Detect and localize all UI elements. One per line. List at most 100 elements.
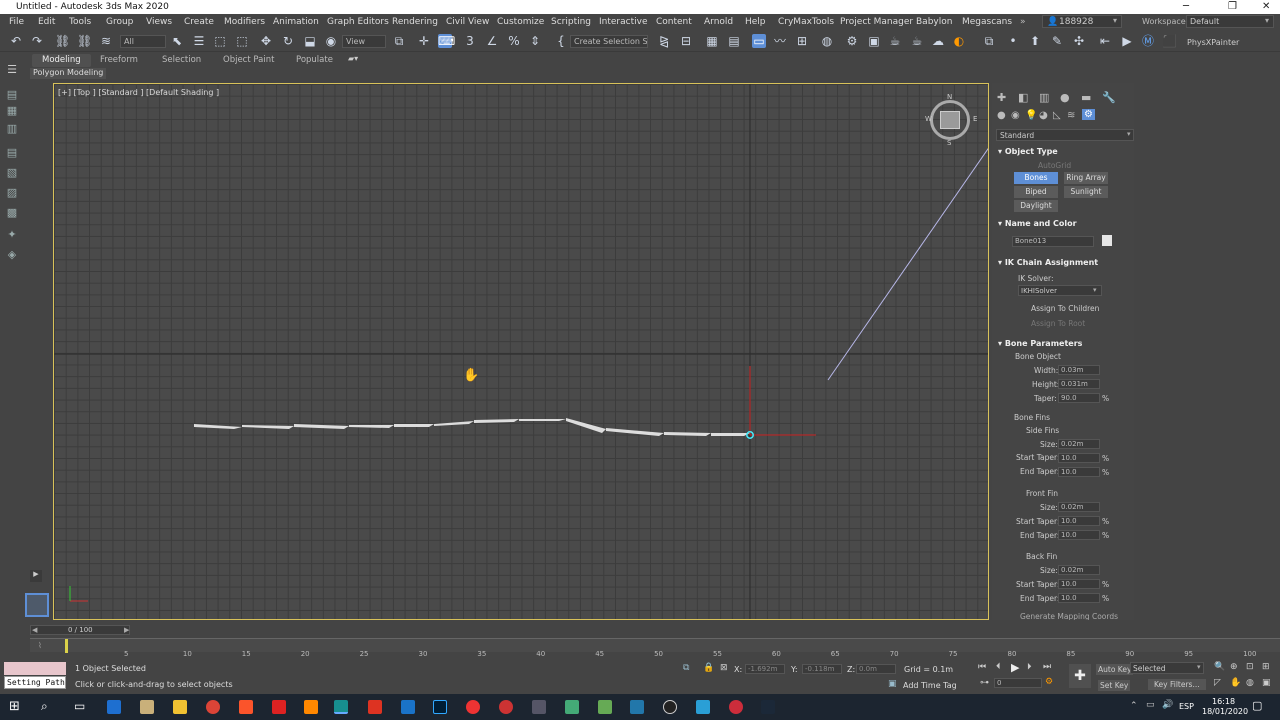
tab-modeling[interactable]: Modeling bbox=[32, 54, 91, 67]
tab-object-paint[interactable]: Object Paint bbox=[213, 54, 284, 67]
maximize-viewport-icon[interactable]: ▣ bbox=[1262, 678, 1271, 688]
point-icon[interactable]: • bbox=[1006, 34, 1020, 48]
lights-icon[interactable]: 💡 bbox=[1025, 110, 1037, 121]
brave-icon[interactable] bbox=[239, 700, 253, 714]
x-coordinate-field[interactable]: -1.692m bbox=[745, 664, 785, 674]
layer-explorer-icon[interactable]: ▤ bbox=[727, 34, 741, 48]
modify-tab-icon[interactable]: ◧ bbox=[1018, 91, 1028, 104]
expand-icon[interactable]: ▶ bbox=[30, 570, 42, 582]
z-coordinate-field[interactable]: 0.0m bbox=[856, 664, 896, 674]
ik-chain-rollout[interactable]: ▾ IK Chain Assignment bbox=[998, 258, 1126, 270]
move-icon[interactable]: ✥ bbox=[259, 34, 273, 48]
arnold-render-icon[interactable]: ◐ bbox=[952, 34, 966, 48]
current-frame-field[interactable]: 0 bbox=[994, 678, 1042, 688]
unlink-icon[interactable]: ⛓ bbox=[77, 34, 92, 48]
generate-mapping-coords-label[interactable]: Generate Mapping Coords bbox=[1020, 612, 1118, 620]
link-icon[interactable]: ⛓ bbox=[55, 34, 70, 48]
create-tab-icon[interactable]: ✚ bbox=[997, 91, 1006, 104]
menu-content[interactable]: Content bbox=[656, 17, 692, 27]
rendered-frame-icon[interactable]: ▣ bbox=[867, 34, 881, 48]
systems-icon[interactable]: ⚙ bbox=[1082, 109, 1095, 120]
bones-button[interactable]: Bones bbox=[1014, 172, 1058, 184]
biped-button[interactable]: Biped bbox=[1014, 186, 1058, 198]
geometry-icon[interactable]: ● bbox=[997, 110, 1006, 121]
menu-graph-editors[interactable]: Graph Editors bbox=[327, 17, 389, 27]
blender-icon[interactable] bbox=[304, 700, 318, 714]
key-mode-icon[interactable]: ⊶ bbox=[980, 678, 989, 688]
pan-icon[interactable]: ✋ bbox=[1230, 678, 1241, 688]
fov-icon[interactable]: ◸ bbox=[1214, 678, 1221, 688]
auto-key-button[interactable]: Auto Key bbox=[1096, 664, 1134, 675]
viewport-icon[interactable]: ⧉ bbox=[982, 34, 996, 48]
height-spinner[interactable]: 0.031m bbox=[1058, 379, 1100, 389]
bind-space-warp-icon[interactable]: ≋ bbox=[99, 34, 113, 48]
back-fin-label[interactable]: Back Fin bbox=[1026, 552, 1057, 561]
filter-icon[interactable]: ▧ bbox=[5, 166, 19, 179]
time-config-icon[interactable]: ⚙ bbox=[1045, 677, 1053, 687]
taper-spinner[interactable]: 90.0 bbox=[1058, 393, 1100, 403]
3dsmax-icon[interactable] bbox=[334, 700, 348, 714]
menu-create[interactable]: Create bbox=[184, 17, 214, 27]
add-time-tag-label[interactable]: Add Time Tag bbox=[903, 681, 957, 690]
menu-babylon[interactable]: Babylon bbox=[916, 17, 952, 27]
extrude-icon[interactable]: ⬆ bbox=[1028, 34, 1042, 48]
user-dropdown[interactable]: 👤 188928 ▾ bbox=[1042, 15, 1122, 28]
edit-named-selection-icon[interactable]: { bbox=[554, 34, 568, 48]
crymax-icon[interactable]: ⬛ bbox=[1162, 34, 1177, 48]
app-green-icon[interactable] bbox=[598, 700, 612, 714]
file-icon[interactable] bbox=[140, 700, 154, 714]
window-crossing-icon[interactable]: ⬚ bbox=[235, 34, 249, 48]
go-to-start-icon[interactable]: ⏮ bbox=[978, 662, 986, 672]
app-flower-icon[interactable] bbox=[630, 700, 644, 714]
render-setup-icon[interactable]: ⚙ bbox=[845, 34, 859, 48]
category-dropdown[interactable]: Standard ▾ bbox=[996, 129, 1134, 141]
curve-editor-mini-icon[interactable]: ⌇ bbox=[38, 641, 42, 650]
notifications-icon[interactable]: ▢ bbox=[1252, 699, 1262, 712]
bone-parameters-rollout[interactable]: ▾ Bone Parameters bbox=[998, 339, 1126, 351]
tab-populate[interactable]: Populate bbox=[286, 54, 343, 67]
menu-overflow-icon[interactable]: » bbox=[1020, 17, 1026, 27]
polygon-modeling-panel[interactable]: Polygon Modeling bbox=[30, 68, 107, 79]
snap-tool-icon[interactable]: ✣ bbox=[1072, 34, 1086, 48]
zoom-icon[interactable]: 🔍 bbox=[1214, 662, 1225, 672]
vivaldi-icon[interactable] bbox=[272, 700, 286, 714]
tab-freeform[interactable]: Freeform bbox=[90, 54, 148, 67]
menu-icon[interactable]: ☰ bbox=[5, 63, 19, 76]
menu-crymaxtools[interactable]: CryMaxTools bbox=[778, 17, 834, 27]
zoom-all-icon[interactable]: ⊕ bbox=[1230, 662, 1238, 672]
scene-explorer-icon[interactable]: ▦ bbox=[705, 34, 719, 48]
freeze-icon[interactable]: ▩ bbox=[5, 206, 19, 219]
reference-coordinate-dropdown[interactable]: View bbox=[342, 35, 386, 48]
spinner-snap-icon[interactable]: ⇕ bbox=[528, 34, 542, 48]
display-icon[interactable]: ▥ bbox=[5, 122, 19, 135]
back-size-spinner[interactable]: 0.02m bbox=[1058, 565, 1100, 575]
utilities-tab-icon[interactable]: 🔧 bbox=[1102, 91, 1116, 104]
photoshop-icon[interactable] bbox=[433, 700, 447, 714]
isolate-selection-icon[interactable]: ⧉ bbox=[683, 663, 689, 673]
export-icon[interactable]: ⇤ bbox=[1098, 34, 1112, 48]
curve-editor-icon[interactable]: 〰 bbox=[773, 34, 787, 48]
opera-icon[interactable] bbox=[729, 700, 743, 714]
zoom-extents-all-icon[interactable]: ⊞ bbox=[1262, 662, 1270, 672]
menu-edit[interactable]: Edit bbox=[38, 17, 55, 27]
menu-customize[interactable]: Customize bbox=[497, 17, 544, 27]
motion-tab-icon[interactable]: ● bbox=[1060, 91, 1070, 104]
menu-megascans[interactable]: Megascans bbox=[962, 17, 1012, 27]
time-prev-icon[interactable]: ◀ bbox=[32, 626, 37, 634]
rect-selection-icon[interactable]: ⬚ bbox=[213, 34, 227, 48]
hierarchy-icon[interactable]: ▨ bbox=[5, 186, 19, 199]
network-icon[interactable]: ▭ bbox=[1146, 700, 1155, 710]
set-key-icon[interactable]: ✚ bbox=[1069, 664, 1091, 688]
orbit-icon[interactable]: ◍ bbox=[1246, 678, 1254, 688]
spacewarps-icon[interactable]: ≋ bbox=[1067, 110, 1075, 121]
scale-icon[interactable]: ⬓ bbox=[303, 34, 317, 48]
menu-views[interactable]: Views bbox=[146, 17, 172, 27]
menu-scripting[interactable]: Scripting bbox=[551, 17, 591, 27]
chrome-icon[interactable] bbox=[206, 700, 220, 714]
shapes-icon[interactable]: ◉ bbox=[1011, 110, 1020, 121]
selection-lock-icon[interactable]: 🔒 bbox=[703, 663, 714, 673]
y-coordinate-field[interactable]: -0.118m bbox=[802, 664, 842, 674]
paint-icon[interactable]: ✎ bbox=[1050, 34, 1064, 48]
absolute-mode-icon[interactable]: ⊠ bbox=[720, 663, 728, 673]
render-iterative-icon[interactable]: ☕ bbox=[910, 34, 924, 48]
